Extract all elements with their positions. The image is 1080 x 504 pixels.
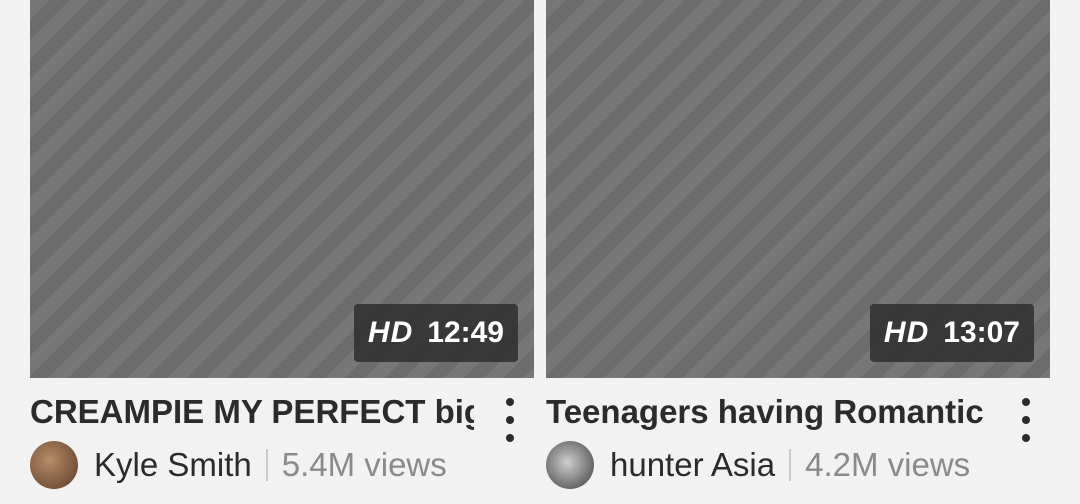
video-thumbnail[interactable]: HD 12:49 [30,0,534,378]
duration-text: 13:07 [943,316,1020,349]
view-count: 5.4M views [281,446,447,483]
more-options-icon[interactable] [1016,398,1036,442]
video-title[interactable]: Teenagers having Romantic [546,390,990,434]
duration-text: 12:49 [427,316,504,349]
video-meta: Kyle Smith 5.4M views [30,440,534,490]
duration-badge: HD 13:07 [869,304,1034,362]
hd-badge: HD [883,316,930,349]
channel-name[interactable]: hunter Asia [610,446,775,484]
meta-divider [265,449,268,481]
view-count: 4.2M views [805,446,971,483]
channel-name[interactable]: Kyle Smith [94,446,252,484]
meta-divider [789,449,792,481]
duration-badge: HD 12:49 [353,304,518,362]
video-grid: HD 12:49 CREAMPIE MY PERFECT big Kyle Sm… [0,0,1080,504]
title-row: Teenagers having Romantic [546,390,1050,442]
title-row: CREAMPIE MY PERFECT big [30,390,534,442]
channel-avatar[interactable] [30,441,78,489]
hd-badge: HD [367,316,414,349]
video-title[interactable]: CREAMPIE MY PERFECT big [30,390,474,434]
video-meta: hunter Asia 4.2M views [546,440,1050,490]
video-card[interactable]: HD 13:07 Teenagers having Romantic hunte… [546,0,1050,504]
video-card[interactable]: HD 12:49 CREAMPIE MY PERFECT big Kyle Sm… [30,0,534,504]
more-options-icon[interactable] [500,398,520,442]
video-thumbnail[interactable]: HD 13:07 [546,0,1050,378]
channel-avatar[interactable] [546,441,594,489]
